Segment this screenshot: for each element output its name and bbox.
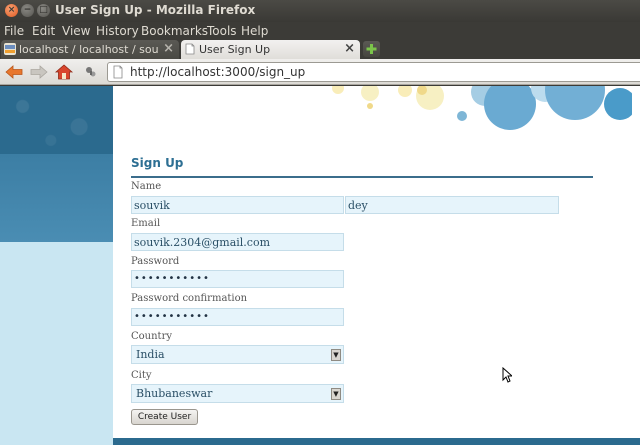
forward-arrow-icon[interactable] (29, 63, 49, 81)
page-favicon-icon (185, 43, 195, 55)
password-input[interactable]: ••••••••••• (131, 270, 344, 288)
menubar: File Edit View History Bookmarks Tools H… (0, 22, 640, 39)
new-tab-button[interactable] (363, 41, 380, 57)
create-user-button[interactable]: Create User (131, 409, 198, 425)
password-label: Password (131, 256, 180, 267)
decorative-bubbles (332, 86, 636, 130)
window-titlebar: × − □ User Sign Up - Mozilla Firefox (0, 0, 640, 22)
mouse-cursor-icon (502, 367, 512, 383)
url-bar[interactable]: http://localhost:3000/sign_up (107, 62, 640, 82)
page-right-edge (632, 86, 640, 445)
window-minimize-button[interactable]: − (21, 4, 34, 17)
page-identity-icon[interactable] (111, 65, 125, 79)
window-title: User Sign Up - Mozilla Firefox (55, 3, 256, 17)
menu-help[interactable]: Help (241, 24, 268, 38)
tab-user-sign-up[interactable]: User Sign Up × (181, 40, 360, 59)
country-select[interactable]: India ▼ (131, 345, 344, 364)
menu-view[interactable]: View (62, 24, 90, 38)
title-divider (131, 176, 593, 178)
tab-close-icon[interactable]: × (163, 41, 174, 56)
password-confirmation-label: Password confirmation (131, 293, 248, 304)
form-title: Sign Up (131, 156, 184, 170)
menu-file[interactable]: File (4, 24, 24, 38)
city-selected-value: Bhubaneswar (136, 387, 213, 400)
home-icon[interactable] (54, 63, 74, 81)
tab-label: User Sign Up (199, 43, 271, 56)
header-pattern-block (0, 86, 113, 154)
name-label: Name (131, 181, 162, 192)
city-label: City (131, 370, 152, 381)
dropdown-arrow-icon[interactable]: ▼ (331, 388, 341, 400)
menu-history[interactable]: History (96, 24, 139, 38)
footer-strip (113, 438, 640, 445)
password-confirmation-input[interactable]: ••••••••••• (131, 308, 344, 326)
page-viewport: Sign Up Name souvik dey Email souvik.230… (0, 86, 640, 445)
first-name-input[interactable]: souvik (131, 196, 344, 214)
email-input[interactable]: souvik.2304@gmail.com (131, 233, 344, 251)
sidebar-band (0, 154, 113, 242)
country-label: Country (131, 331, 173, 342)
url-text: http://localhost:3000/sign_up (130, 65, 306, 79)
dropdown-arrow-icon[interactable]: ▼ (331, 349, 341, 361)
menu-edit[interactable]: Edit (32, 24, 55, 38)
window-close-button[interactable]: × (5, 4, 18, 17)
tab-strip: localhost / localhost / souvi... × User … (0, 39, 640, 59)
phpmyadmin-favicon-icon (4, 43, 16, 55)
last-name-input[interactable]: dey (345, 196, 559, 214)
back-arrow-icon[interactable] (4, 63, 24, 81)
city-select[interactable]: Bhubaneswar ▼ (131, 384, 344, 403)
country-selected-value: India (136, 348, 165, 361)
tab-label: localhost / localhost / souvi... (19, 43, 159, 56)
email-label: Email (131, 218, 161, 229)
extension-icon[interactable] (81, 63, 101, 81)
window-maximize-button[interactable]: □ (37, 4, 50, 17)
plus-icon (366, 44, 377, 54)
tab-close-icon[interactable]: × (344, 41, 355, 56)
navigation-toolbar: http://localhost:3000/sign_up (0, 59, 640, 85)
menu-bookmarks[interactable]: Bookmarks (141, 24, 208, 38)
menu-tools[interactable]: Tools (207, 24, 237, 38)
tab-phpmyadmin[interactable]: localhost / localhost / souvi... × (1, 40, 179, 59)
